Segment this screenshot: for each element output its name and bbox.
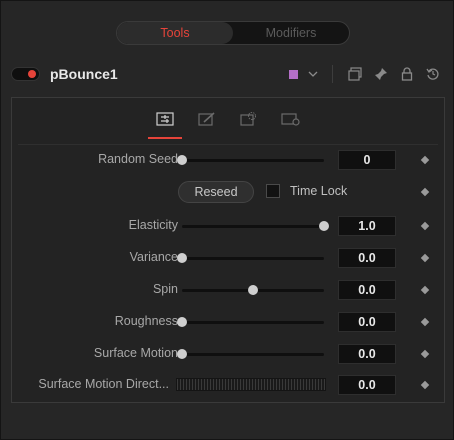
tool-color-swatch[interactable] <box>289 69 298 79</box>
image-icon[interactable] <box>238 108 260 130</box>
keyframe-icon[interactable] <box>420 317 430 327</box>
versions-icon[interactable] <box>347 66 363 82</box>
tool-header: pBounce1 <box>11 59 445 89</box>
keyframe-icon[interactable] <box>420 187 430 197</box>
enable-dot <box>28 70 36 78</box>
reseed-button[interactable]: Reseed <box>178 181 254 203</box>
param-row-spin: Spin 0.0 <box>12 279 444 301</box>
random-seed-value[interactable]: 0 <box>338 150 396 170</box>
keyframe-icon[interactable] <box>420 380 430 390</box>
slider-knob[interactable] <box>177 317 187 327</box>
variance-value[interactable]: 0.0 <box>338 248 396 268</box>
keyframe-icon[interactable] <box>420 285 430 295</box>
tools-modifiers-toggle: Tools Modifiers <box>116 21 350 45</box>
param-label: Random Seed <box>98 152 178 166</box>
param-label: Surface Motion Direct... <box>38 377 169 391</box>
tab-modifiers[interactable]: Modifiers <box>233 22 349 44</box>
variance-slider[interactable] <box>177 253 324 263</box>
spin-value[interactable]: 0.0 <box>338 280 396 300</box>
tab-tools[interactable]: Tools <box>117 22 233 44</box>
param-label: Surface Motion <box>93 346 178 360</box>
keyframe-icon[interactable] <box>420 253 430 263</box>
roughness-value[interactable]: 0.0 <box>338 312 396 332</box>
param-row-reseed: Reseed Time Lock <box>12 181 444 203</box>
param-row-surface-motion-direction: Surface Motion Direct... 0.0 <box>12 374 444 396</box>
tab-underline-divider <box>18 144 438 145</box>
style-icon[interactable] <box>196 108 218 130</box>
elasticity-value[interactable]: 1.0 <box>338 216 396 236</box>
elasticity-slider[interactable] <box>182 221 329 231</box>
tool-controls: Random Seed 0 Reseed Time Lock Elasticit… <box>11 97 445 403</box>
keyframe-icon[interactable] <box>420 155 430 165</box>
surface-motion-direction-value[interactable]: 0.0 <box>338 375 396 395</box>
reset-icon[interactable] <box>425 66 441 82</box>
param-row-roughness: Roughness 0.0 <box>12 311 444 333</box>
tool-name[interactable]: pBounce1 <box>50 66 118 82</box>
roughness-slider[interactable] <box>177 317 324 327</box>
slider-knob[interactable] <box>177 155 187 165</box>
divider <box>332 65 333 83</box>
param-label: Variance <box>129 250 178 264</box>
param-label: Roughness <box>114 314 178 328</box>
tool-enable-toggle[interactable] <box>11 67 40 81</box>
random-seed-slider[interactable] <box>177 155 324 165</box>
slider-knob[interactable] <box>177 253 187 263</box>
slider-knob[interactable] <box>177 349 187 359</box>
slider-knob[interactable] <box>319 221 329 231</box>
chevron-down-icon[interactable] <box>308 68 318 80</box>
surface-motion-direction-thumbwheel[interactable] <box>176 378 326 391</box>
lock-icon[interactable] <box>399 66 415 82</box>
param-row-variance: Variance 0.0 <box>12 247 444 269</box>
param-row-random-seed: Random Seed 0 <box>12 149 444 171</box>
param-label: Elasticity <box>128 218 178 232</box>
keyframe-icon[interactable] <box>420 349 430 359</box>
time-lock-checkbox[interactable] <box>266 184 280 198</box>
settings-icon[interactable] <box>280 108 302 130</box>
pin-icon[interactable] <box>373 66 389 82</box>
surface-motion-value[interactable]: 0.0 <box>338 344 396 364</box>
param-row-surface-motion: Surface Motion 0.0 <box>12 343 444 365</box>
time-lock-label: Time Lock <box>290 184 348 198</box>
param-row-elasticity: Elasticity 1.0 <box>12 215 444 237</box>
surface-motion-slider[interactable] <box>177 349 324 359</box>
spin-slider[interactable] <box>182 285 324 295</box>
slider-knob[interactable] <box>248 285 258 295</box>
controls-icon[interactable] <box>148 108 182 139</box>
inspector-icon-tabs <box>12 108 444 139</box>
param-label: Spin <box>152 282 178 296</box>
inspector-panel: Tools Modifiers pBounce1 Random Seed 0 R… <box>0 0 454 440</box>
keyframe-icon[interactable] <box>420 221 430 231</box>
